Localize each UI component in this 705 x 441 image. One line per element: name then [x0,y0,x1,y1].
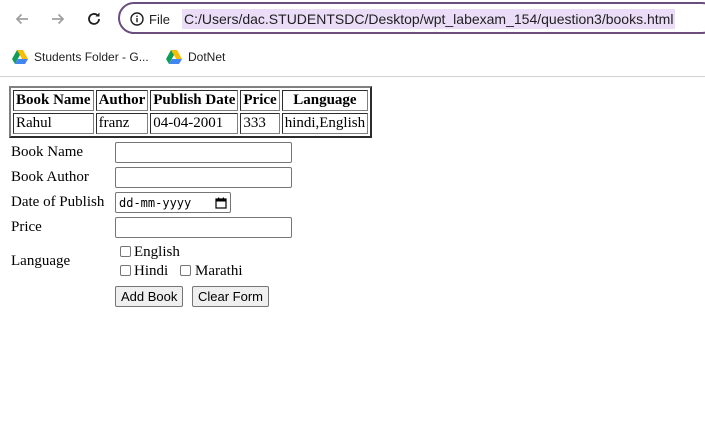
date-of-publish-input[interactable]: dd-mm-yyyy [115,192,231,213]
arrow-left-icon [15,13,28,25]
reload-icon [88,12,100,25]
column-header: Book Name [13,90,94,111]
price-input[interactable] [115,217,292,238]
book-author-input[interactable] [115,167,292,188]
bookmark-label: DotNet [188,50,226,64]
date-of-publish-label: Date of Publish [11,194,105,210]
table-header-row: Book Name Author Publish Date Price Lang… [13,90,369,111]
english-checkbox-label: English [134,244,180,260]
column-header: Author [95,90,149,111]
table-cell: franz [95,113,149,134]
bookmark-dotnet[interactable]: DotNet [166,48,225,66]
column-header: Publish Date [150,90,239,111]
marathi-checkbox[interactable] [180,265,191,276]
language-label: Language [11,253,71,269]
hindi-checkbox[interactable] [120,265,131,276]
page-content: Book Name Author Publish Date Price Lang… [0,77,705,441]
info-icon [130,12,144,26]
book-name-label: Book Name [11,144,84,160]
table-cell: 333 [240,113,280,134]
table-row: Rahul franz 04-04-2001 333 hindi,English [13,113,369,134]
bookmark-students-folder[interactable]: Students Folder - G... [12,48,149,66]
column-header: Language [281,90,369,111]
column-header: Price [240,90,280,111]
site-info-button[interactable]: File [130,10,170,28]
book-name-input[interactable] [115,142,292,163]
date-placeholder: dd-mm-yyyy [119,195,192,210]
add-book-button[interactable]: Add Book [115,286,184,307]
bookmark-label: Students Folder - G... [34,50,149,64]
book-author-label: Book Author [11,169,89,185]
bookmarks-bar: Students Folder - G... DotNet [0,40,705,77]
address-bar[interactable]: File C:/Users/dac.STUDENTSDC/Desktop/wpt… [118,2,705,34]
books-table: Book Name Author Publish Date Price Lang… [9,86,373,138]
table-cell: 04-04-2001 [150,113,239,134]
forward-button[interactable] [46,7,70,31]
price-label: Price [11,219,42,235]
table-cell: Rahul [13,113,94,134]
marathi-checkbox-label: Marathi [195,263,243,279]
clear-form-button[interactable]: Clear Form [192,286,270,307]
english-checkbox[interactable] [120,246,131,257]
url-text[interactable]: C:/Users/dac.STUDENTSDC/Desktop/wpt_labe… [182,9,676,29]
google-drive-icon [12,50,28,64]
calendar-icon[interactable] [215,197,227,209]
site-info-label: File [149,11,170,27]
table-cell: hindi,English [281,113,369,134]
reload-button[interactable] [82,7,106,31]
arrow-right-icon [52,13,65,25]
browser-toolbar: File C:/Users/dac.STUDENTSDC/Desktop/wpt… [0,0,705,40]
back-button[interactable] [10,7,34,31]
hindi-checkbox-label: Hindi [134,263,169,279]
google-drive-icon [166,50,182,64]
